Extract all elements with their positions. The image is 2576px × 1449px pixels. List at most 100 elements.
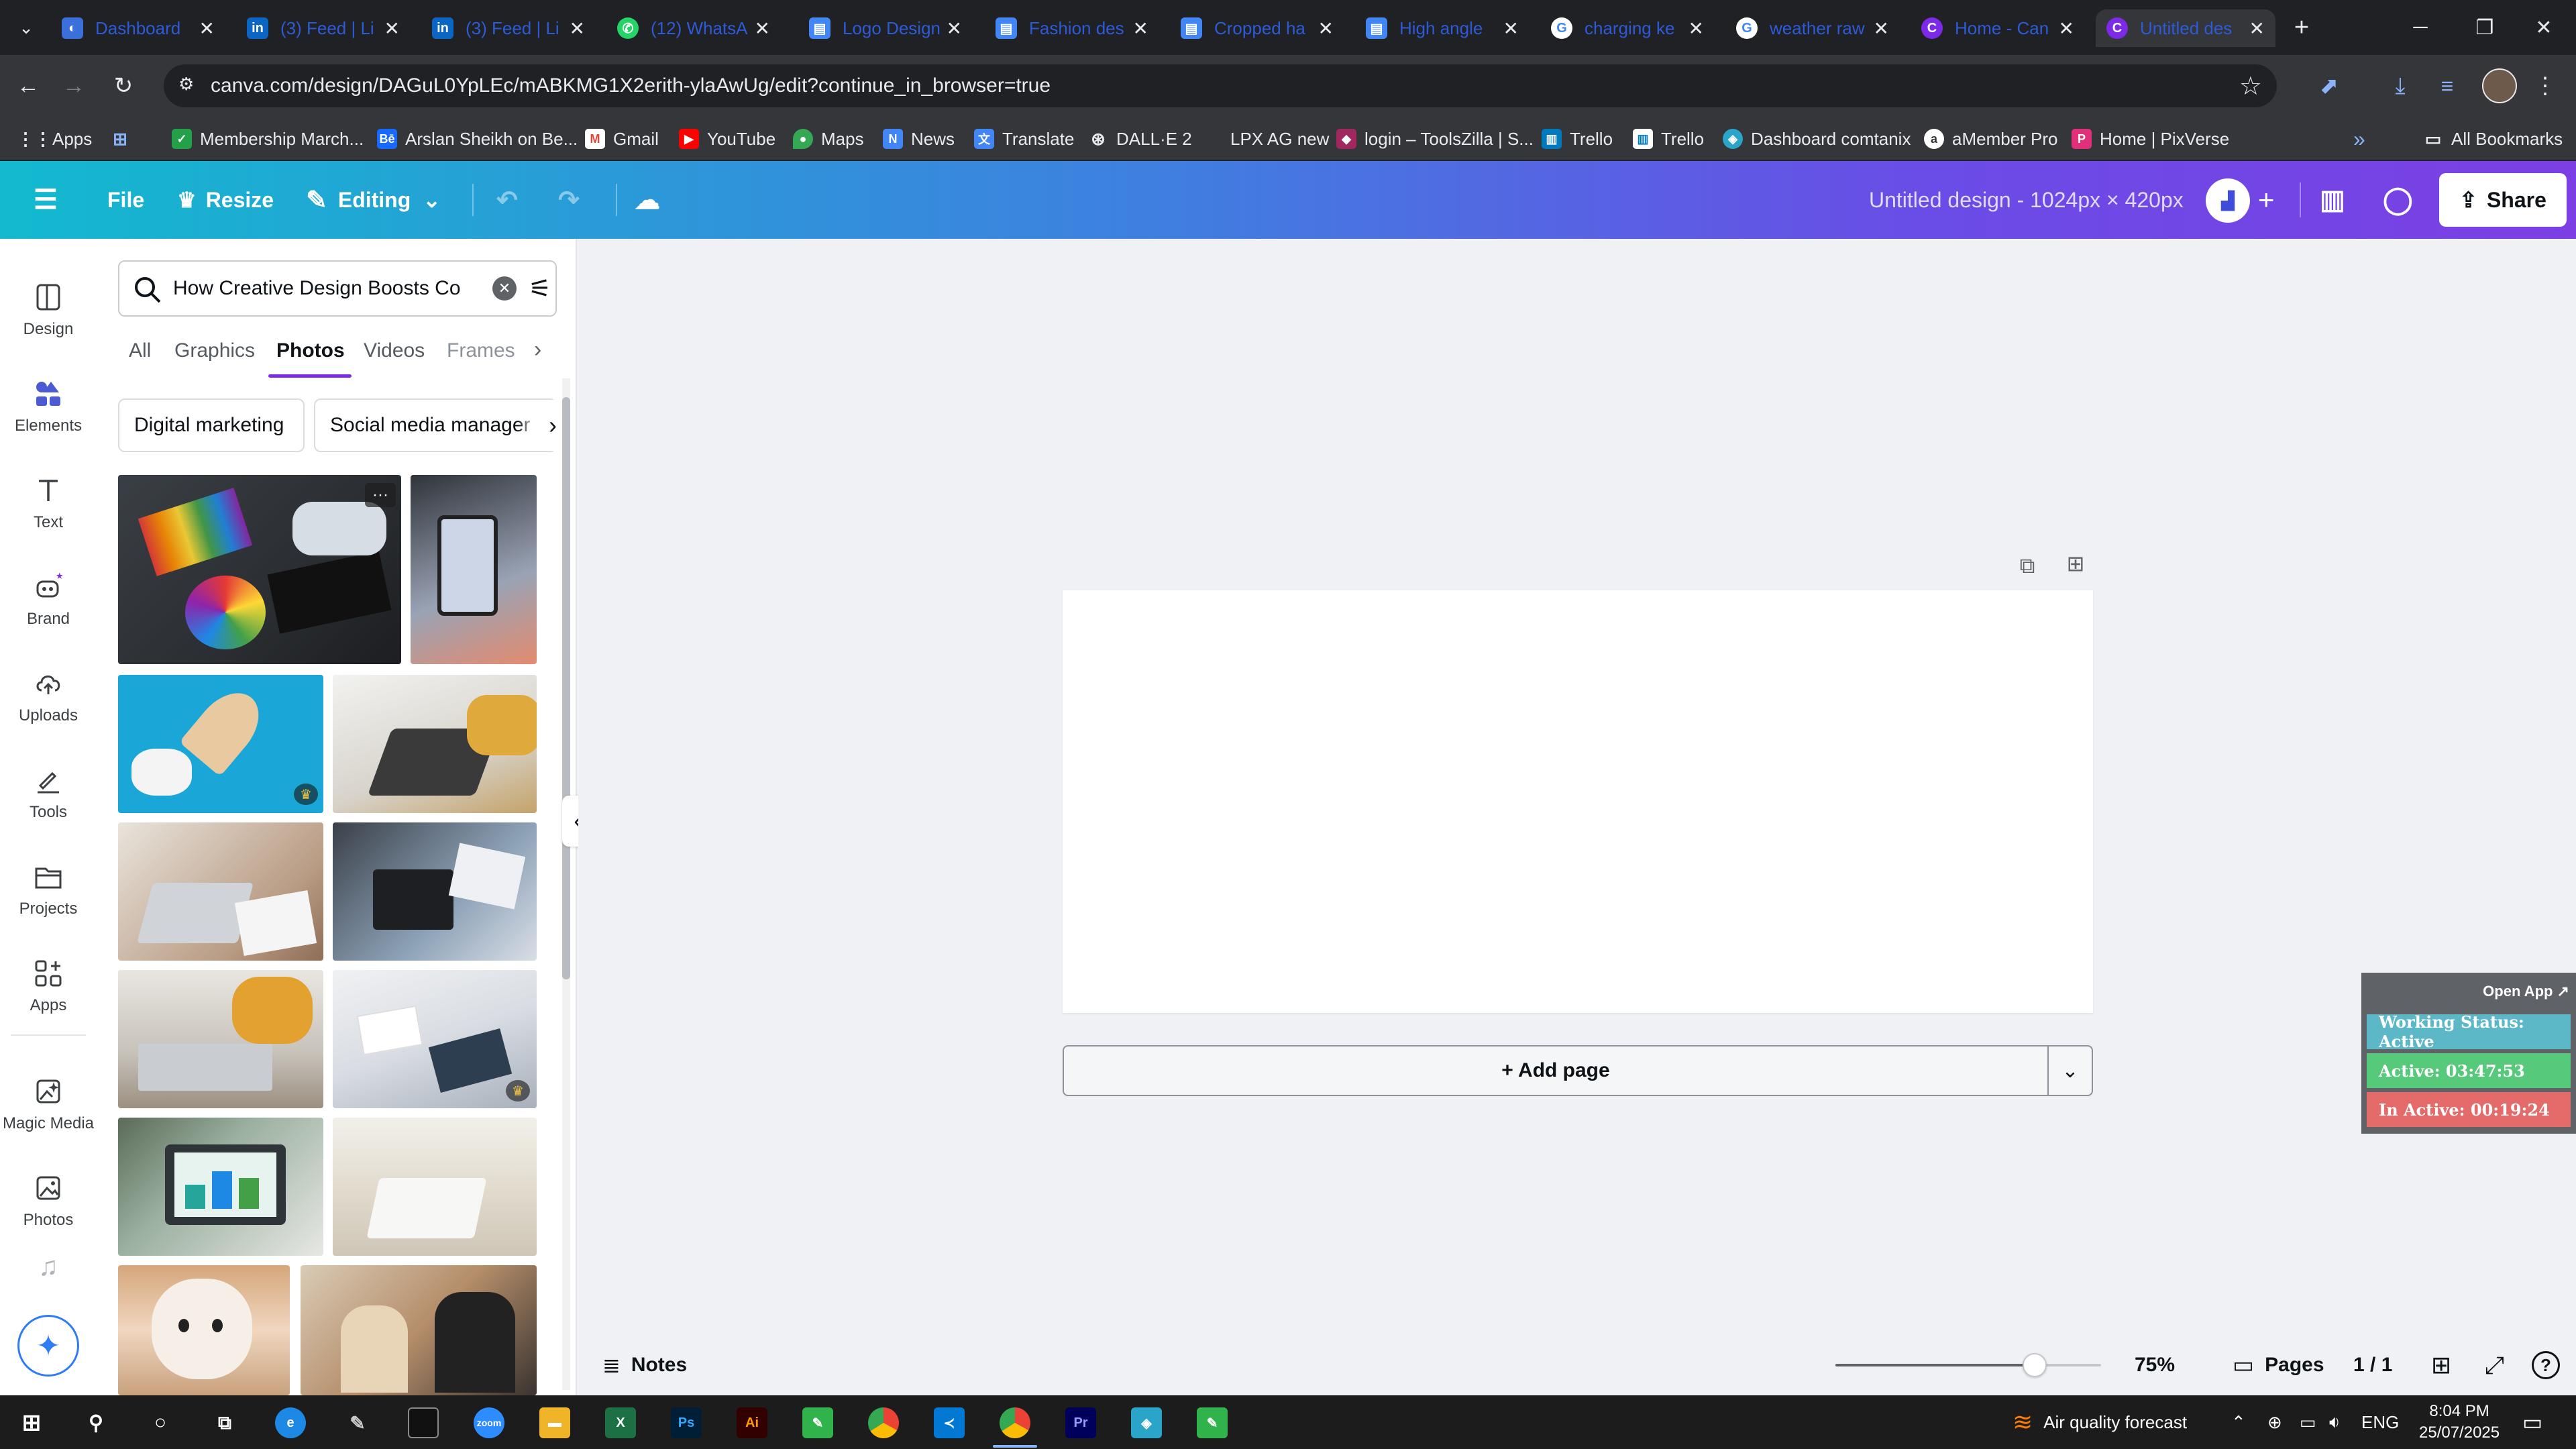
back-button[interactable]: ← [12,70,44,102]
grid-view-icon[interactable]: ⊞ [2431,1335,2451,1395]
close-tab-icon[interactable]: ✕ [755,17,770,40]
pages-button[interactable]: ▭ Pages [2233,1335,2324,1395]
bookmark-item[interactable]: ▥ Trello [1633,117,1704,161]
photo-thumbnail[interactable] [411,475,537,664]
rail-text[interactable]: Text [0,456,97,550]
add-page-button[interactable]: + Add page [1063,1045,2049,1096]
rail-brand[interactable]: Brand [0,553,97,647]
minimize-button[interactable]: ─ [2388,0,2453,55]
filter-chip[interactable]: Digital marketing [118,398,305,452]
browser-tab[interactable]: ✆ (12) WhatsA ✕ [606,9,781,47]
photo-thumbnail[interactable] [333,822,537,961]
premiere-icon[interactable]: Pr [1065,1407,1096,1438]
address-bar[interactable]: ⚙ canva.com/design/DAGuL0YpLEc/mABKMG1X2… [164,64,2277,107]
bookmark-apps[interactable]: ⋮⋮ Apps [17,117,92,161]
tab-all[interactable]: All [129,339,151,362]
new-tab-button[interactable]: + [2284,9,2320,46]
photo-thumbnail[interactable] [118,970,323,1108]
comments-icon[interactable]: ◯ [2383,161,2413,239]
excel-icon[interactable]: X [605,1407,636,1438]
profile-avatar[interactable] [2482,68,2517,103]
bookmark-item[interactable]: ◆ login – ToolsZilla | S... [1336,117,1534,161]
bookmark-item[interactable]: N News [883,117,955,161]
rail-elements[interactable]: Elements [0,360,97,453]
more-options-icon[interactable]: ··· [365,483,396,507]
wifi-icon[interactable]: ▭ [2300,1395,2316,1449]
chrome-active-icon[interactable] [1000,1407,1030,1438]
duplicate-page-icon[interactable]: ⧉ [2012,551,2042,581]
close-tab-icon[interactable]: ✕ [947,17,962,40]
illustrator-icon[interactable]: Ai [737,1407,767,1438]
bookmark-star-icon[interactable]: ☆ [2239,71,2262,101]
notifications-icon[interactable]: ▭ [2522,1395,2542,1449]
bookmark-item[interactable]: ● Maps [793,117,864,161]
tab-graphics[interactable]: Graphics [174,339,255,362]
browser-tab[interactable]: C Home - Can ✕ [1911,9,2085,47]
zoom-app-icon[interactable]: zoom [474,1407,504,1438]
fullscreen-icon[interactable]: ⤢ [2485,1335,2504,1395]
browser-tab-active[interactable]: C Untitled des ✕ [2096,9,2275,47]
photo-thumbnail[interactable]: ♛ [333,970,537,1108]
media-controls-icon[interactable]: ≡ [2431,70,2463,102]
share-button[interactable]: ⇪ Share [2439,173,2567,227]
photo-thumbnail[interactable]: ··· [118,475,401,664]
notes-button[interactable]: ≣ Notes [602,1335,687,1395]
task-view-icon[interactable]: ⧉ [209,1407,240,1438]
redo-button[interactable]: ↷ [558,161,580,239]
site-info-icon[interactable]: ⚙ [178,74,203,98]
close-tab-icon[interactable]: ✕ [1503,17,1519,40]
photo-thumbnail[interactable] [333,675,537,813]
edge-icon[interactable]: e [275,1407,306,1438]
close-tab-icon[interactable]: ✕ [1133,17,1148,40]
browser-tab[interactable]: in (3) Feed | Li ✕ [236,9,411,47]
downloads-icon[interactable]: ⤓ [2384,70,2416,102]
close-tab-icon[interactable]: ✕ [2249,17,2265,40]
filter-icon[interactable]: ⚟ [525,271,555,306]
resize-button[interactable]: ♛ Resize [177,161,274,239]
bookmarks-overflow-icon[interactable]: » [2353,117,2365,161]
photoshop-icon[interactable]: Ps [671,1407,702,1438]
collaborator-avatar[interactable]: ▟ [2206,178,2250,223]
open-app-link[interactable]: Open App ↗ [2483,978,2569,1005]
magic-assistant-button[interactable]: ✦ [17,1315,79,1377]
add-collaborator-icon[interactable]: + [2258,161,2275,239]
search-input[interactable]: How Creative Design Boosts Co ✕ ⚟ [118,260,557,317]
green-app-icon[interactable]: ✎ [802,1407,833,1438]
file-menu-button[interactable]: File [107,161,144,239]
rail-tools[interactable]: Tools [0,746,97,840]
tab-photos[interactable]: Photos [276,339,345,362]
tab-videos[interactable]: Videos [364,339,425,362]
bookmark-item[interactable]: Bē Arslan Sheikh on Be... [377,117,578,161]
reload-button[interactable]: ↻ [107,70,140,102]
windows-start-icon[interactable]: ⊞ [16,1407,47,1438]
volume-icon[interactable]: 🔉︎ [2329,1395,2340,1449]
browser-tab[interactable]: in (3) Feed | Li ✕ [421,9,596,47]
close-tab-icon[interactable]: ✕ [2059,17,2074,40]
main-menu-icon[interactable]: ☰ [34,161,58,239]
cloud-save-icon[interactable]: ☁ [635,161,660,239]
close-tab-icon[interactable]: ✕ [1318,17,1334,40]
tab-search-button[interactable]: ⌄ [11,12,42,43]
zoom-slider-thumb[interactable] [2023,1353,2047,1377]
bookmark-item[interactable]: LPX AG new [1202,117,1329,161]
green-app-icon[interactable]: ✎ [1197,1407,1228,1438]
photo-thumbnail[interactable] [118,1118,323,1256]
photo-thumbnail[interactable]: ♛ [118,675,323,813]
chips-scroll-right-icon[interactable]: › [518,400,557,451]
bookmark-item[interactable]: 文 Translate [974,117,1074,161]
analytics-icon[interactable]: ▥ [2320,161,2345,239]
photo-thumbnail[interactable] [118,822,323,961]
rail-projects[interactable]: Projects [0,843,97,936]
close-tab-icon[interactable]: ✕ [1874,17,1889,40]
rail-apps[interactable]: Apps [0,939,97,1033]
rail-uploads[interactable]: Uploads [0,649,97,743]
close-tab-icon[interactable]: ✕ [384,17,400,40]
document-title[interactable]: Untitled design - 1024px × 420px [1869,161,2184,239]
all-bookmarks[interactable]: ▭ All Bookmarks [2423,117,2563,161]
browser-tab[interactable]: Gcharging ke ✕ [1540,9,1715,47]
forward-button[interactable]: → [58,70,90,102]
close-tab-icon[interactable]: ✕ [199,17,215,40]
clear-search-icon[interactable]: ✕ [492,276,517,301]
close-tab-icon[interactable]: ✕ [1688,17,1704,40]
bookmark-item[interactable]: M Gmail [585,117,659,161]
